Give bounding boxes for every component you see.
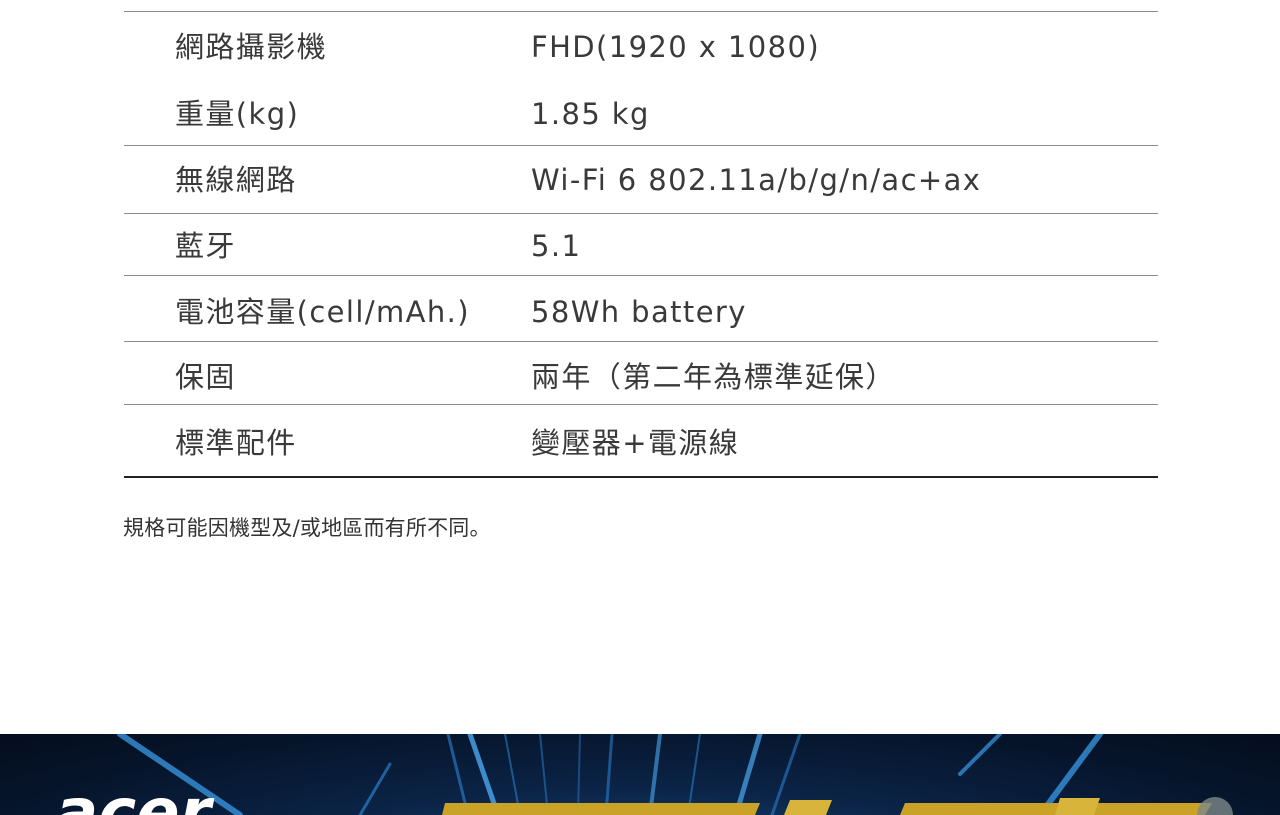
spec-label: 保固 bbox=[175, 360, 236, 394]
spec-row-wireless: 無線網路 Wi-Fi 6 802.11a/b/g/n/ac+ax bbox=[124, 147, 1158, 213]
spec-row-bluetooth: 藍牙 5.1 bbox=[124, 213, 1158, 279]
table-divider bbox=[124, 404, 1158, 405]
spec-row-webcam: 網路攝影機 FHD(1920 x 1080) bbox=[124, 14, 1158, 80]
banner-artwork: acer bbox=[55, 734, 1233, 815]
spec-label: 重量(kg) bbox=[175, 97, 300, 131]
table-divider bbox=[124, 11, 1158, 12]
light-rays bbox=[117, 734, 1103, 815]
spec-label: 無線網路 bbox=[175, 163, 297, 197]
promo-banner[interactable]: acer bbox=[0, 734, 1280, 815]
spec-value: 58Wh battery bbox=[531, 295, 747, 329]
table-divider bbox=[124, 341, 1158, 342]
spec-label: 網路攝影機 bbox=[175, 30, 328, 64]
spec-row-battery: 電池容量(cell/mAh.) 58Wh battery bbox=[124, 279, 1158, 345]
spec-label: 標準配件 bbox=[175, 426, 297, 460]
spec-row-accessories: 標準配件 變壓器+電源線 bbox=[124, 410, 1158, 476]
acer-logo-text: acer bbox=[55, 776, 215, 815]
spec-value: 1.85 kg bbox=[531, 97, 650, 131]
spec-row-weight: 重量(kg) 1.85 kg bbox=[124, 81, 1158, 147]
spec-value: 5.1 bbox=[531, 229, 582, 263]
acer-logo: acer bbox=[55, 776, 215, 815]
spec-value: Wi-Fi 6 802.11a/b/g/n/ac+ax bbox=[531, 163, 982, 197]
table-divider bbox=[124, 275, 1158, 276]
spec-label: 藍牙 bbox=[175, 229, 236, 263]
spec-row-warranty: 保固 兩年（第二年為標準延保） bbox=[124, 344, 1158, 410]
table-divider bbox=[124, 145, 1158, 146]
spec-label: 電池容量(cell/mAh.) bbox=[175, 295, 470, 329]
spec-value: 兩年（第二年為標準延保） bbox=[531, 360, 896, 394]
spec-value: FHD(1920 x 1080) bbox=[531, 30, 821, 64]
spec-value: 變壓器+電源線 bbox=[531, 426, 740, 460]
gold-title-artwork bbox=[442, 797, 1233, 815]
table-bottom-rule bbox=[124, 476, 1158, 478]
spec-disclaimer: 規格可能因機型及/或地區而有所不同。 bbox=[123, 516, 491, 540]
